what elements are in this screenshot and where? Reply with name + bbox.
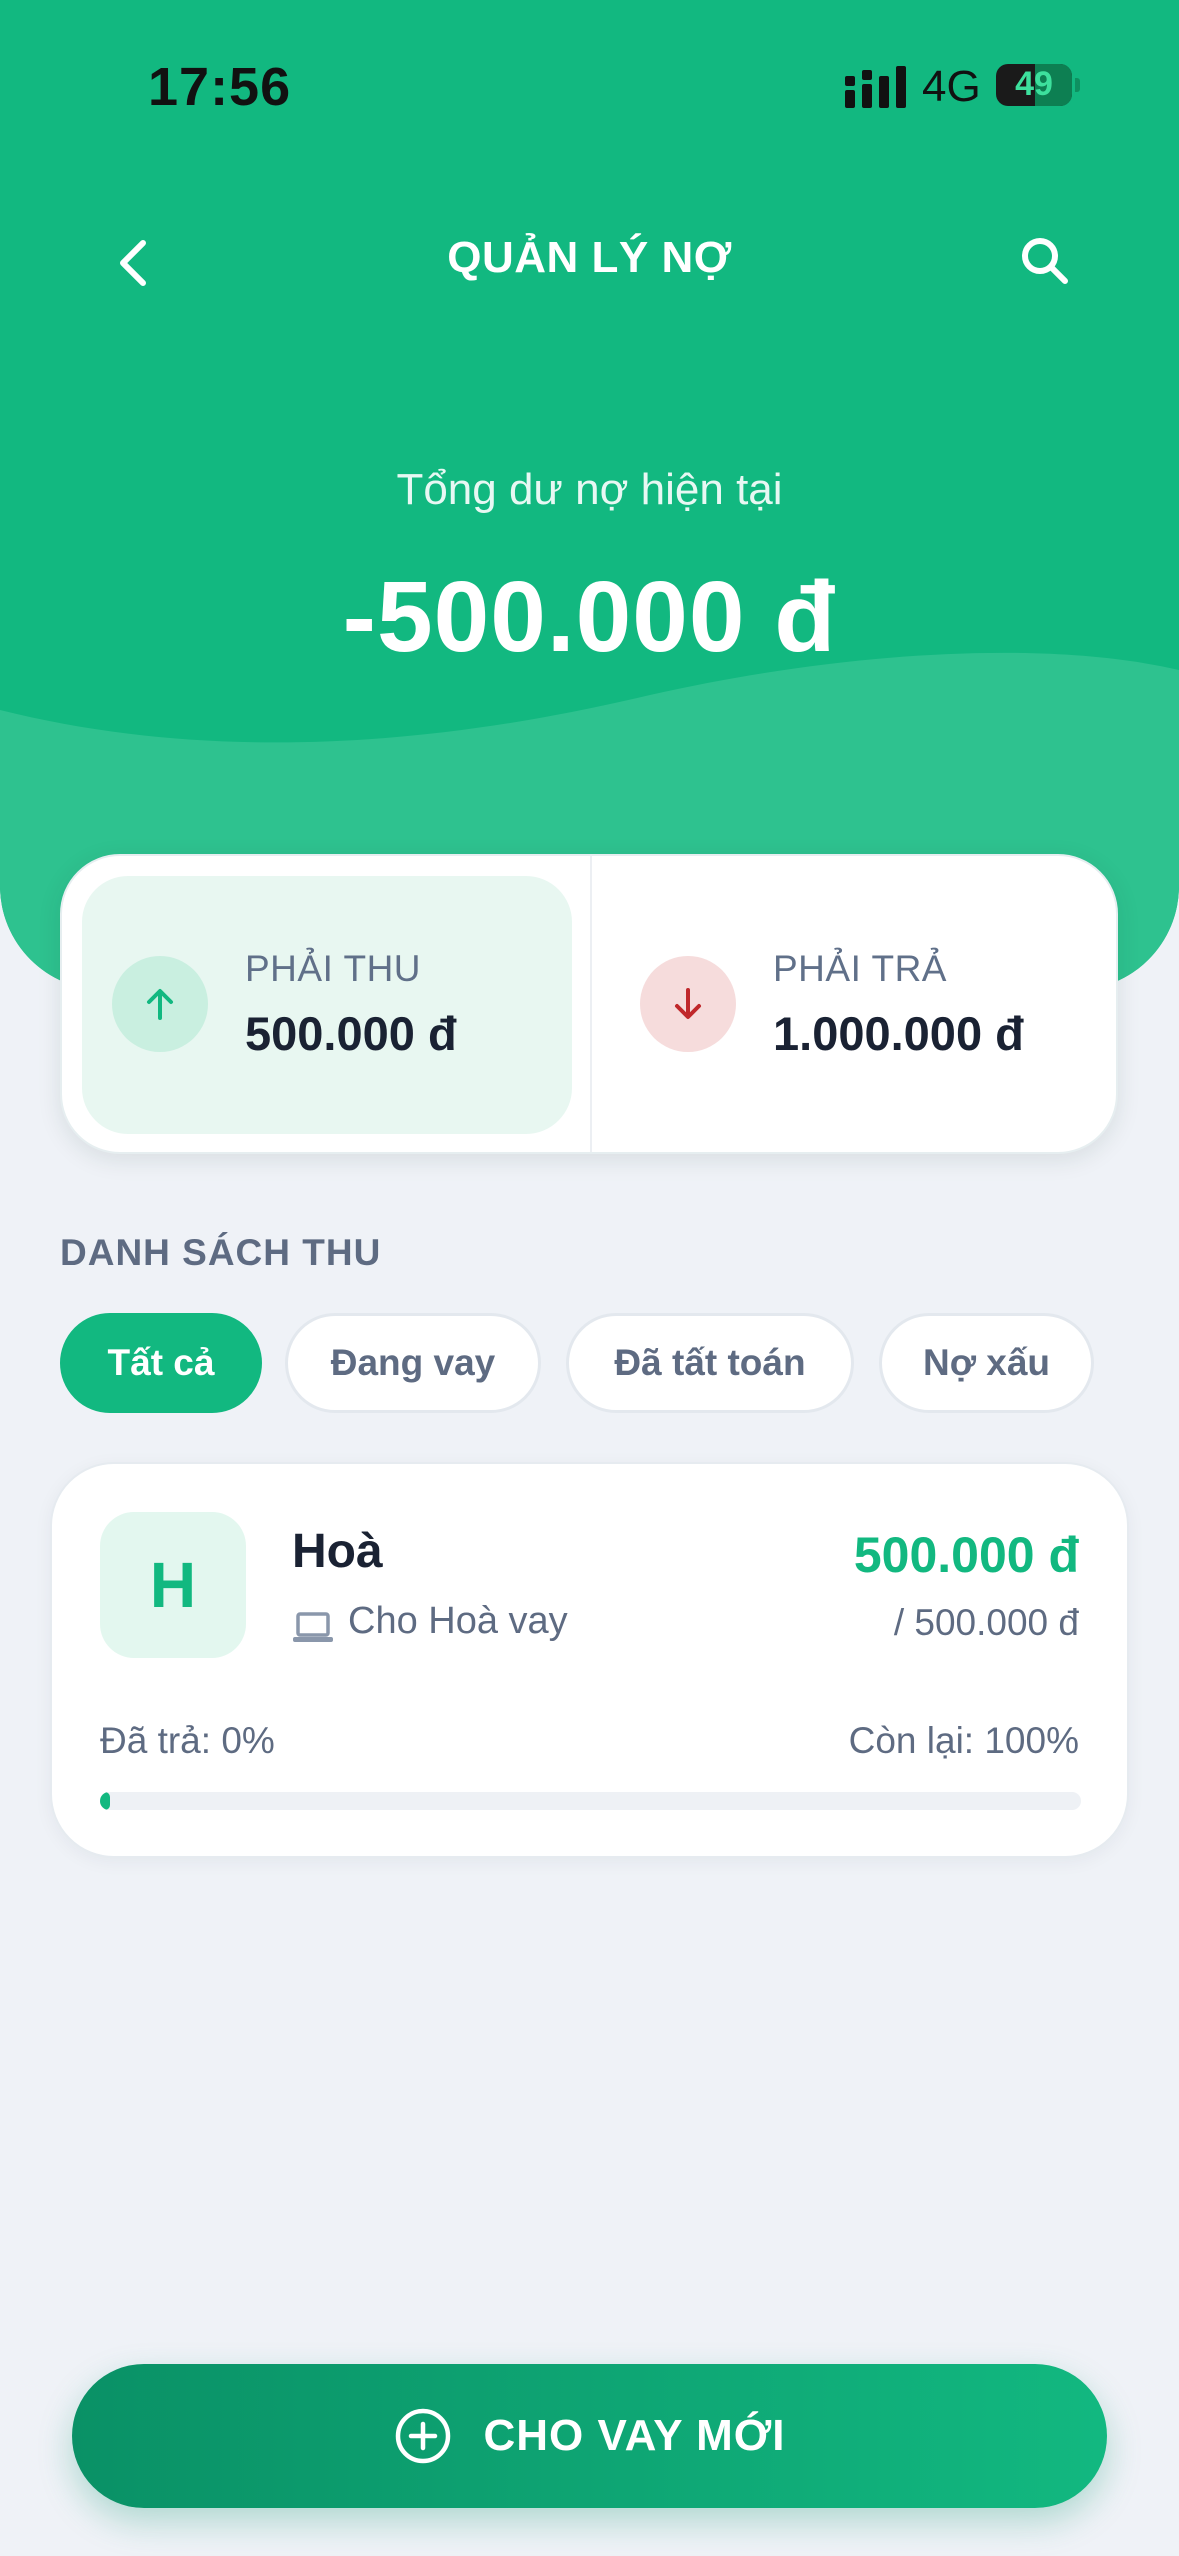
avatar: H xyxy=(100,1512,246,1658)
page-title: QUẢN LÝ NỢ xyxy=(447,233,732,282)
total-debt-label: Tổng dư nợ hiện tại xyxy=(396,465,783,514)
receivable-label: PHẢI THU xyxy=(245,948,422,989)
arrow-up-icon xyxy=(112,956,208,1052)
status-time: 17:56 xyxy=(148,57,292,117)
remaining-percent-label: Còn lại: 100% xyxy=(848,1720,1079,1761)
loan-total-amount: / 500.000 đ xyxy=(893,1602,1079,1643)
loan-card[interactable]: H Hoà Cho Hoà vay 500.000 đ / 500.000 đ … xyxy=(50,1462,1129,1858)
status-bar: 17:56 4G 49 xyxy=(0,0,1179,175)
network-type: 4G xyxy=(922,62,981,111)
receivable-value: 500.000 đ xyxy=(245,1007,457,1060)
loan-outstanding-amount: 500.000 đ xyxy=(853,1527,1079,1583)
paid-percent-label: Đã trả: 0% xyxy=(100,1720,275,1761)
search-button[interactable] xyxy=(1010,226,1080,296)
repayment-progress-bar xyxy=(100,1792,1081,1810)
filter-chip-active-loans[interactable]: Đang vay xyxy=(285,1313,541,1413)
total-debt-value: -500.000 đ xyxy=(342,561,837,673)
header-banner: 17:56 4G 49 QUẢN LÝ NỢ Tổng dư nợ hiện t… xyxy=(0,0,1179,990)
loan-type-label: Cho Hoà vay xyxy=(348,1600,568,1642)
filter-chip-settled[interactable]: Đã tất toán xyxy=(566,1313,854,1413)
filter-chip-all[interactable]: Tất cả xyxy=(60,1313,262,1413)
summary-divider xyxy=(590,856,592,1152)
summary-card: PHẢI THU 500.000 đ PHẢI TRẢ 1.000.000 đ xyxy=(60,854,1118,1154)
search-icon xyxy=(1022,238,1068,284)
loan-person-name: Hoà xyxy=(292,1525,383,1578)
payable-label: PHẢI TRẢ xyxy=(773,948,947,989)
battery-icon: 49 xyxy=(996,64,1072,106)
battery-tip xyxy=(1075,78,1080,92)
plus-circle-icon xyxy=(396,2408,451,2464)
payable-value: 1.000.000 đ xyxy=(773,1007,1024,1060)
arrow-down-icon xyxy=(640,956,736,1052)
section-title: DANH SÁCH THU xyxy=(60,1232,382,1273)
cellular-signal-icon xyxy=(845,66,906,108)
new-loan-button[interactable]: CHO VAY MỚI xyxy=(72,2364,1107,2508)
new-loan-label: CHO VAY MỚI xyxy=(483,2411,786,2460)
laptop-icon xyxy=(293,1612,333,1642)
repayment-progress-fill xyxy=(100,1792,110,1810)
filter-chip-bad-debt[interactable]: Nợ xấu xyxy=(879,1313,1094,1413)
battery-percent: 49 xyxy=(1015,65,1053,103)
